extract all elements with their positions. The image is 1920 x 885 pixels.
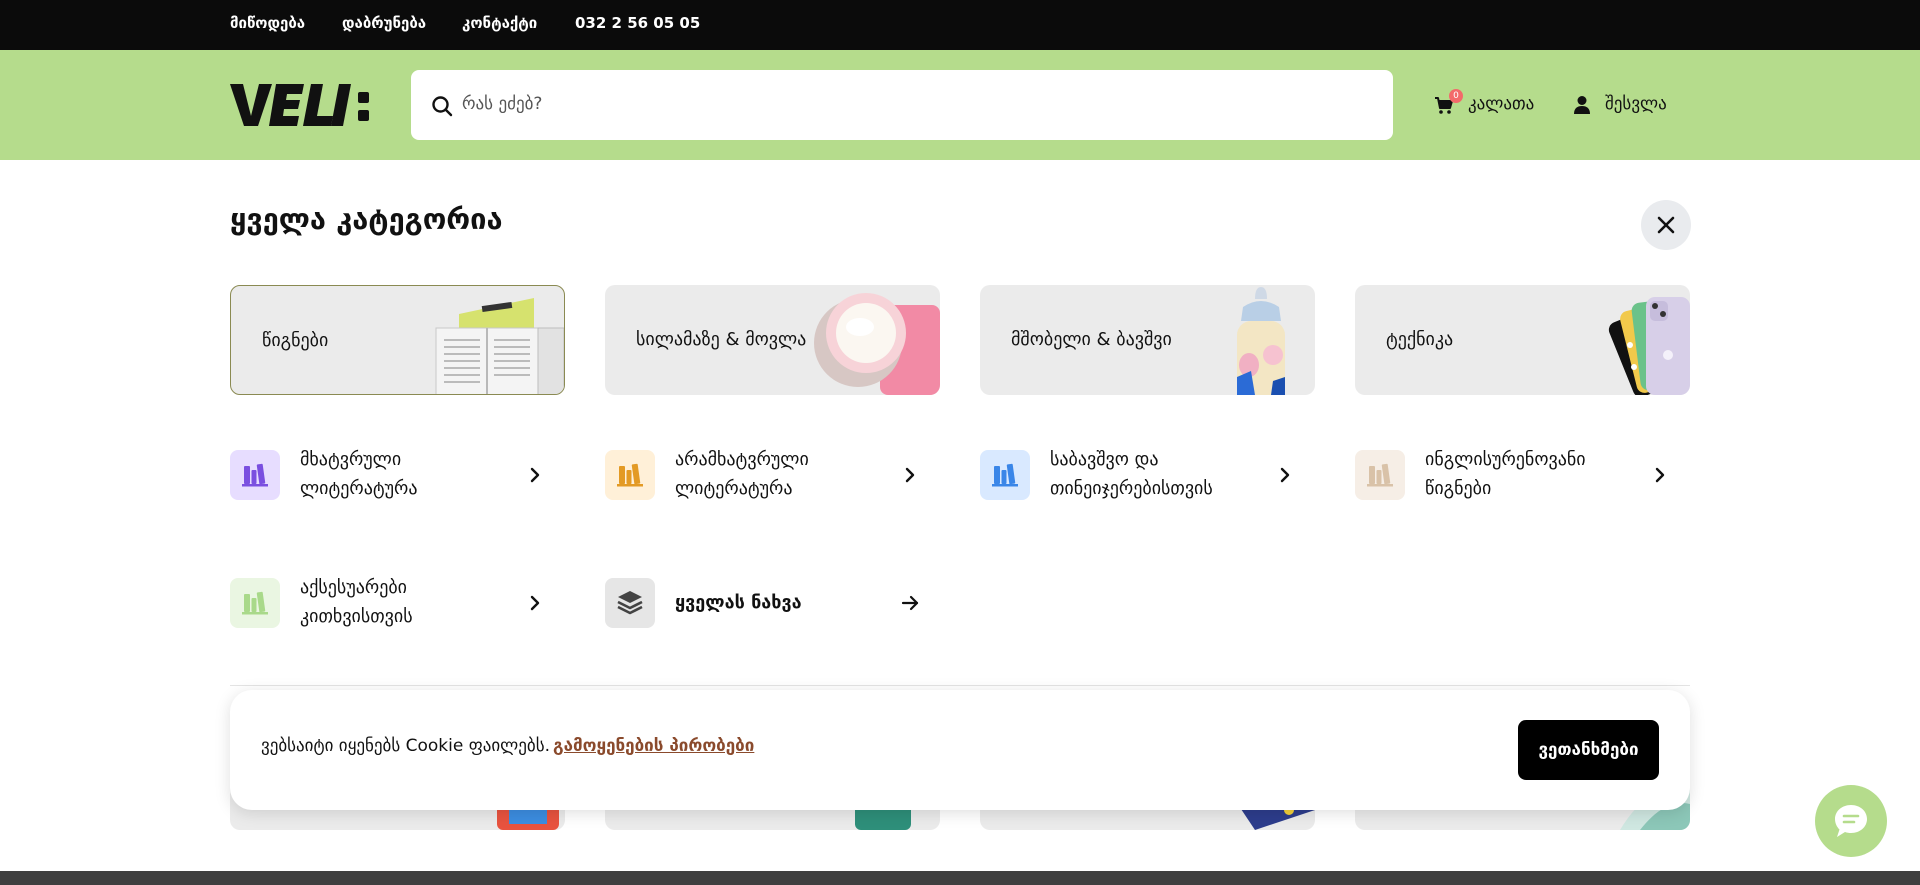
subcategory-label: აქსესუარები კითხვისთვის [300, 573, 510, 631]
category-label: ტექნიკა [1386, 329, 1454, 350]
top-bar: მიწოდება დაბრუნება კონტაქტი 032 2 56 05 … [0, 0, 1920, 50]
baby-bottle-image [1237, 287, 1285, 395]
category-card-beauty[interactable]: სილამაზე & მოვლა [605, 285, 940, 395]
footer [0, 871, 1920, 885]
subcategory-label: არამხატვრული ლიტერატურა [675, 445, 885, 503]
cookie-banner: ვებსაიტი იყენებს Cookie ფაილებს. გამოყენ… [230, 690, 1690, 810]
see-all-label: ყველას ნახვა [675, 592, 802, 613]
books-icon [980, 450, 1030, 500]
terms-link[interactable]: გამოყენების პირობები [553, 736, 754, 756]
cosmetics-image [814, 293, 940, 395]
arrow-right-icon [901, 595, 919, 611]
see-all-link[interactable]: ყველას ნახვა [605, 573, 940, 633]
subcategory-label-line: ლიტერატურა [675, 478, 793, 499]
cookie-text: ვებსაიტი იყენებს Cookie ფაილებს. [261, 736, 550, 756]
books-icon [605, 450, 655, 500]
category-label: მშობელი & ბავშვი [1011, 329, 1172, 350]
chevron-right-icon [1655, 467, 1665, 483]
subcategory-kids-teens[interactable]: საბავშვო და თინეიჯერებისთვის [980, 445, 1315, 505]
category-label: წიგნები [262, 330, 329, 351]
category-card-books[interactable]: წიგნები [230, 285, 565, 395]
search-bar[interactable]: რას ეძებ? [411, 70, 1393, 140]
phones-image [1608, 297, 1690, 395]
subcategory-label-line: კითხვისთვის [300, 606, 413, 627]
subcategory-label-line: აქსესუარები [300, 577, 407, 598]
topbar-link-delivery[interactable]: მიწოდება [230, 14, 305, 32]
chevron-right-icon [530, 467, 540, 483]
subcategory-label-line: მხატვრული [300, 449, 402, 470]
subcategory-label: საბავშვო და თინეიჯერებისთვის [1050, 445, 1260, 503]
subcategory-fiction[interactable]: მხატვრული ლიტერატურა [230, 445, 565, 505]
veli-logo[interactable] [230, 84, 395, 126]
books-image [435, 298, 564, 394]
category-label: სილამაზე & მოვლა [636, 329, 807, 350]
subcategory-label-line: წიგნები [1425, 478, 1492, 499]
subcategory-reading-accessories[interactable]: აქსესუარები კითხვისთვის [230, 573, 565, 633]
subcategory-label-line: თინეიჯერებისთვის [1050, 478, 1213, 499]
divider [230, 685, 1690, 686]
subcategory-label: მხატვრული ლიტერატურა [300, 445, 510, 503]
books-icon [230, 450, 280, 500]
user-icon [1574, 96, 1590, 114]
cart-count-badge: 0 [1449, 89, 1463, 103]
close-icon [1657, 216, 1675, 234]
login-label: შესვლა [1605, 94, 1667, 114]
chevron-right-icon [530, 595, 540, 611]
subcategory-label-line: ლიტერატურა [300, 478, 418, 499]
chat-button[interactable] [1815, 785, 1887, 857]
search-icon [432, 96, 453, 117]
subcategory-label-line: საბავშვო და [1050, 449, 1159, 470]
subcategory-english-books[interactable]: ინგლისურენოვანი წიგნები [1355, 445, 1690, 505]
topbar-phone[interactable]: 032 2 56 05 05 [575, 14, 700, 32]
topbar-link-returns[interactable]: დაბრუნება [342, 14, 426, 32]
accept-cookies-button[interactable]: ვეთანხმები [1518, 720, 1659, 780]
close-button[interactable] [1641, 200, 1691, 250]
books-icon [230, 578, 280, 628]
page-title: ყველა კატეგორია [230, 202, 503, 236]
chevron-right-icon [1280, 467, 1290, 483]
subcategory-label-line: არამხატვრული [675, 449, 809, 470]
category-card-parent-child[interactable]: მშობელი & ბავშვი [980, 285, 1315, 395]
search-input[interactable]: რას ეძებ? [462, 94, 542, 114]
chat-icon [1835, 805, 1867, 837]
topbar-link-contact[interactable]: კონტაქტი [462, 14, 537, 32]
subcategory-label: ინგლისურენოვანი წიგნები [1425, 445, 1635, 503]
subcategory-label-line: ინგლისურენოვანი [1425, 449, 1586, 470]
category-card-tech[interactable]: ტექნიკა [1355, 285, 1690, 395]
subcategory-nonfiction[interactable]: არამხატვრული ლიტერატურა [605, 445, 940, 505]
books-icon [1355, 450, 1405, 500]
chevron-right-icon [905, 467, 915, 483]
cart-label: კალათა [1468, 94, 1535, 114]
layers-icon [605, 578, 655, 628]
